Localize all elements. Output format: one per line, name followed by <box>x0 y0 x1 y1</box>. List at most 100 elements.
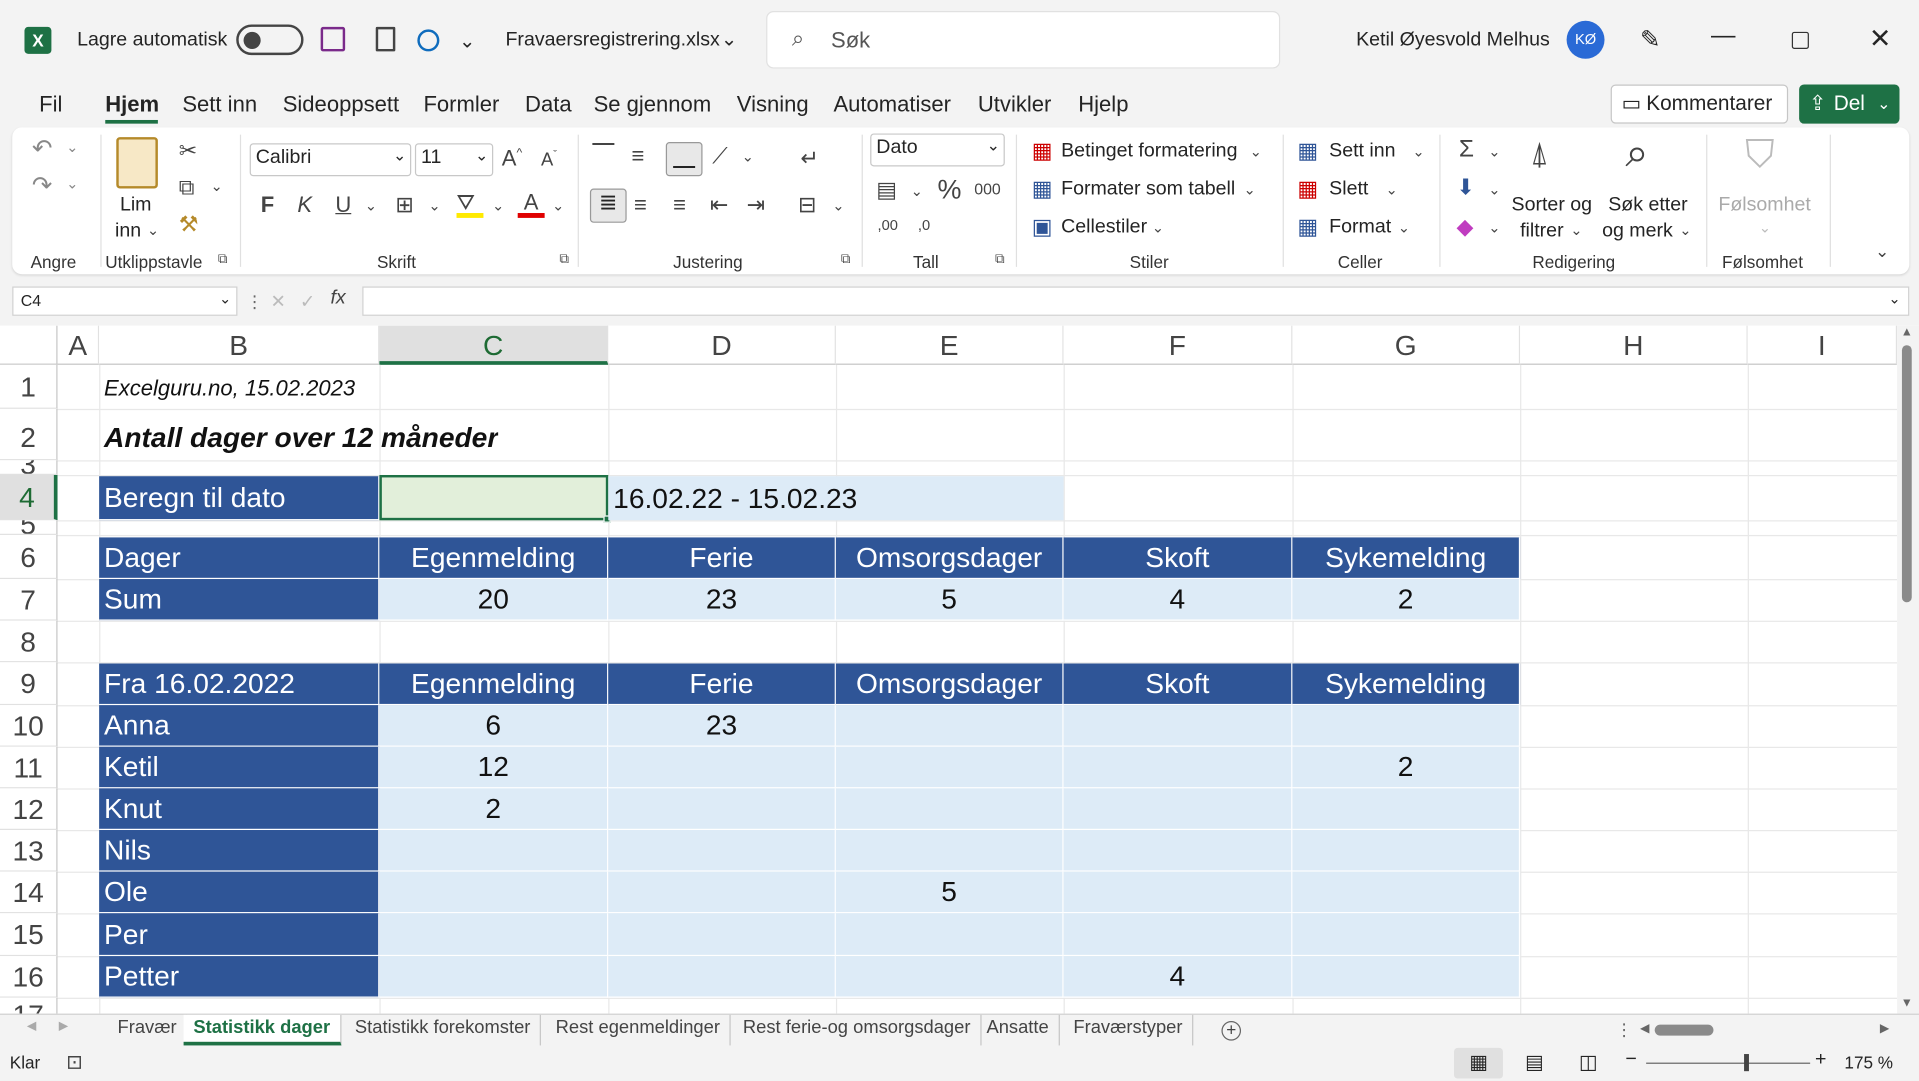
chevron-down-icon[interactable]: ⌄ <box>147 223 159 238</box>
font-name-select[interactable]: Calibri ⌄ <box>249 143 412 177</box>
font-size-select[interactable]: 11 ⌄ <box>414 143 494 177</box>
sync-icon[interactable] <box>417 29 440 52</box>
align-center-icon[interactable]: ≡ <box>634 193 647 215</box>
tab-ansatte[interactable]: Ansatte <box>977 1014 1060 1046</box>
chevron-down-icon[interactable]: ⌄ <box>1152 220 1164 235</box>
dialog-launcher-icon[interactable]: ⧉ <box>218 253 228 266</box>
format-as-table-button[interactable]: Formater som tabell <box>1061 179 1235 201</box>
detail-value-cell[interactable] <box>379 913 609 957</box>
detail-value-cell[interactable] <box>835 746 1064 789</box>
scroll-up-icon[interactable]: ▲ <box>1901 326 1913 339</box>
chevron-down-icon[interactable]: ⌄ <box>428 198 440 213</box>
detail-value-cell[interactable]: 23 <box>608 705 836 747</box>
detail-header-cell[interactable]: Omsorgsdager <box>835 663 1064 706</box>
tab-statistikk-forekomster[interactable]: Statistikk forekomster <box>345 1014 542 1046</box>
summary-header-cell[interactable]: Sykemelding <box>1292 537 1521 580</box>
chevron-down-icon[interactable]: ⌄ <box>1398 220 1410 235</box>
insert-cells-icon[interactable]: ▦ <box>1297 140 1318 162</box>
maximize-icon[interactable] <box>1791 31 1809 49</box>
collapse-ribbon-icon[interactable]: ⌄ <box>1875 242 1889 259</box>
detail-value-cell[interactable] <box>608 913 836 957</box>
summary-value-cell[interactable]: 23 <box>608 579 836 621</box>
comments-button[interactable]: ▭ Kommentarer <box>1610 84 1789 124</box>
row-header[interactable]: 5 <box>0 520 58 535</box>
summary-header-cell[interactable]: Omsorgsdager <box>835 537 1064 580</box>
menu-hjelp[interactable]: Hjelp <box>1078 92 1128 118</box>
column-header-b[interactable]: B <box>99 325 380 365</box>
close-icon[interactable]: ✕ <box>1869 23 1892 55</box>
accounting-format-icon[interactable]: ▤ <box>876 179 897 201</box>
detail-value-cell[interactable] <box>1292 788 1521 831</box>
hscroll-left-icon[interactable]: ◀ <box>1640 1022 1649 1035</box>
summary-header-cell[interactable]: Skoft <box>1063 537 1293 580</box>
new-document-icon[interactable] <box>375 26 396 52</box>
detail-value-cell[interactable] <box>835 788 1064 831</box>
detail-header-cell[interactable]: Egenmelding <box>379 663 609 706</box>
menu-hjem[interactable]: Hjem <box>105 92 159 118</box>
detail-value-cell[interactable] <box>608 871 836 914</box>
chevron-down-icon[interactable]: ⌄ <box>1888 290 1900 307</box>
save-icon[interactable] <box>320 26 346 52</box>
designer-pen-icon[interactable]: ✎ <box>1640 24 1661 55</box>
detail-value-cell[interactable] <box>835 913 1064 957</box>
tab-scroll-right-icon[interactable]: ▶ <box>59 1020 68 1033</box>
detail-name-cell[interactable]: Ketil <box>99 746 380 789</box>
chevron-down-icon[interactable]: ⌄ <box>742 149 754 164</box>
chevron-down-icon[interactable]: ⌄ <box>1877 94 1890 114</box>
chevron-down-icon[interactable]: ⌄ <box>365 198 377 213</box>
summary-header-cell[interactable]: Egenmelding <box>379 537 609 580</box>
chevron-down-icon[interactable]: ⌄ <box>492 198 504 213</box>
detail-value-cell[interactable]: 6 <box>379 705 609 747</box>
cell-styles-icon[interactable]: ▣ <box>1032 215 1053 237</box>
orientation-icon[interactable]: ⟋ <box>712 144 727 166</box>
detail-value-cell[interactable] <box>835 956 1064 998</box>
zoom-slider-thumb[interactable] <box>1744 1054 1749 1072</box>
detail-value-cell[interactable] <box>1063 746 1293 789</box>
chevron-down-icon[interactable]: ⌄ <box>1412 144 1424 159</box>
row-header[interactable]: 11 <box>0 746 58 789</box>
formula-input[interactable]: ⌄ <box>362 286 1910 316</box>
align-top-icon[interactable]: ⎺ <box>592 142 614 164</box>
cell-b4[interactable]: Beregn til dato <box>99 476 380 521</box>
summary-value-cell[interactable]: 5 <box>835 579 1064 621</box>
menu-utvikler[interactable]: Utvikler <box>978 92 1051 118</box>
sort-filter-label-1[interactable]: Sorter og <box>1512 195 1593 217</box>
worksheet-grid[interactable]: A B C D E F G H I 1 2 3 4 5 6 7 8 9 10 1… <box>0 325 1919 1014</box>
detail-header-cell[interactable]: Ferie <box>608 663 836 706</box>
vertical-scrollbar[interactable]: ▲ ▼ <box>1897 325 1919 1014</box>
more-options-icon[interactable]: ⋮ <box>1616 1020 1633 1041</box>
align-middle-icon[interactable]: ≡ <box>632 144 645 166</box>
user-name[interactable]: Ketil Øyesvold Melhus <box>1356 29 1550 51</box>
thousands-button[interactable]: 000 <box>974 181 1001 197</box>
menu-sett-inn[interactable]: Sett inn <box>182 92 257 118</box>
detail-value-cell[interactable]: 5 <box>835 871 1064 914</box>
column-header-f[interactable]: F <box>1063 325 1293 365</box>
add-sheet-button[interactable]: + <box>1221 1021 1242 1041</box>
delete-cells-button[interactable]: Slett <box>1329 179 1368 201</box>
name-box[interactable]: C4 ⌄ <box>12 286 238 316</box>
accessibility-icon[interactable]: ⊡ <box>66 1050 82 1074</box>
detail-value-cell[interactable] <box>1063 705 1293 747</box>
row-header[interactable]: 4 <box>0 474 58 521</box>
shrink-font-icon[interactable]: Aˇ <box>541 149 557 169</box>
enter-icon[interactable]: ✓ <box>300 290 315 312</box>
menu-data[interactable]: Data <box>525 92 572 118</box>
menu-fil[interactable]: Fil <box>39 92 62 118</box>
paste-label-1[interactable]: Lim <box>120 195 152 217</box>
row-header[interactable]: 7 <box>0 579 58 621</box>
detail-value-cell[interactable] <box>1063 913 1293 957</box>
cancel-icon[interactable]: ✕ <box>270 290 285 312</box>
row-header[interactable]: 10 <box>0 705 58 747</box>
decrease-decimal-button[interactable]: ,0 <box>918 218 930 233</box>
autosum-icon[interactable]: Σ <box>1459 137 1474 161</box>
align-bottom-button[interactable]: ⎽ <box>665 142 703 177</box>
undo-icon[interactable]: ↶ <box>32 137 53 161</box>
menu-formler[interactable]: Formler <box>423 92 499 118</box>
cell-styles-button[interactable]: Cellestiler <box>1061 217 1147 239</box>
detail-header-cell[interactable]: Fra 16.02.2022 <box>99 663 380 706</box>
page-break-icon[interactable]: ◫ <box>1579 1050 1598 1074</box>
conditional-formatting-button[interactable]: Betinget formatering <box>1061 141 1237 163</box>
detail-value-cell[interactable] <box>379 871 609 914</box>
detail-name-cell[interactable]: Knut <box>99 788 380 831</box>
row-header[interactable]: 6 <box>0 534 58 580</box>
